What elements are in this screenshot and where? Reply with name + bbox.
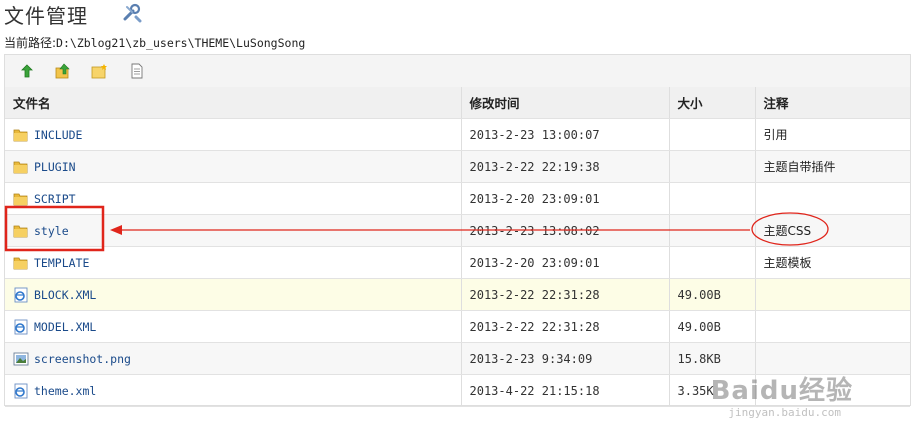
file-name-link[interactable]: TEMPLATE (34, 256, 89, 270)
file-name-link[interactable]: theme.xml (34, 384, 96, 398)
new-folder-icon[interactable] (91, 63, 107, 79)
header-size[interactable]: 大小 (669, 87, 756, 119)
file-name-cell[interactable]: TEMPLATE (5, 246, 462, 279)
note-cell: 引用 (755, 118, 910, 151)
header-note[interactable]: 注释 (755, 87, 910, 119)
file-name-cell[interactable]: BLOCK.XML (5, 278, 462, 311)
size-cell: 49.00B (669, 310, 756, 343)
toolbar (5, 55, 910, 88)
file-manager-panel: 文件名 修改时间 大小 注释 INCLUDE 2013-2-23 13:00:0… (4, 54, 911, 407)
upload-icon[interactable] (55, 63, 71, 79)
file-name-link[interactable]: BLOCK.XML (34, 288, 96, 302)
page-title: 文件管理 (4, 4, 88, 28)
modified-time-cell: 2013-2-23 13:00:07 (461, 118, 670, 151)
table-header-row: 文件名 修改时间 大小 注释 (5, 87, 910, 119)
file-name-cell[interactable]: INCLUDE (5, 118, 462, 151)
modified-time-cell: 2013-2-22 22:31:28 (461, 310, 670, 343)
image-file-icon (13, 351, 29, 367)
xml-file-icon (13, 383, 29, 399)
note-cell: 主题模板 (755, 246, 910, 279)
file-name-cell[interactable]: MODEL.XML (5, 310, 462, 343)
file-table: 文件名 修改时间 大小 注释 INCLUDE 2013-2-23 13:00:0… (5, 87, 910, 407)
file-name-cell[interactable]: style (5, 214, 462, 247)
watermark-url: jingyan.baidu.com (728, 406, 841, 419)
folder-icon (13, 255, 29, 271)
modified-time-cell: 2013-2-20 23:09:01 (461, 246, 670, 279)
tools-icon[interactable] (122, 3, 142, 23)
file-name-cell[interactable]: SCRIPT (5, 182, 462, 215)
file-name-cell[interactable]: PLUGIN (5, 150, 462, 183)
table-row[interactable]: MODEL.XML 2013-2-22 22:31:28 49.00B (5, 310, 910, 343)
note-cell: 主题CSS (755, 214, 910, 247)
file-name-link[interactable]: style (34, 224, 69, 238)
current-path: 当前路径:D:\Zblog21\zb_users\THEME\LuSongSon… (4, 34, 305, 51)
xml-file-icon (13, 287, 29, 303)
note-cell: 主题自带插件 (755, 150, 910, 183)
table-row[interactable]: PLUGIN 2013-2-22 22:19:38 主题自带插件 (5, 150, 910, 183)
table-row[interactable]: SCRIPT 2013-2-20 23:09:01 (5, 182, 910, 215)
size-cell (669, 214, 756, 247)
modified-time-cell: 2013-2-23 9:34:09 (461, 342, 670, 375)
size-cell: 49.00B (669, 278, 756, 311)
table-row[interactable]: TEMPLATE 2013-2-20 23:09:01 主题模板 (5, 246, 910, 279)
modified-time-cell: 2013-2-23 13:08:02 (461, 214, 670, 247)
xml-file-icon (13, 319, 29, 335)
note-cell (755, 310, 910, 343)
size-cell (669, 182, 756, 215)
file-name-cell[interactable]: screenshot.png (5, 342, 462, 375)
size-cell (669, 118, 756, 151)
table-row[interactable]: style 2013-2-23 13:08:02 主题CSS (5, 214, 910, 247)
folder-icon (13, 159, 29, 175)
modified-time-cell: 2013-2-22 22:31:28 (461, 278, 670, 311)
table-row[interactable]: BLOCK.XML 2013-2-22 22:31:28 49.00B (5, 278, 910, 311)
new-file-icon[interactable] (129, 63, 145, 79)
header-modified-time[interactable]: 修改时间 (461, 87, 670, 119)
file-name-link[interactable]: screenshot.png (34, 352, 131, 366)
folder-icon (13, 127, 29, 143)
up-folder-icon[interactable] (19, 63, 35, 79)
note-cell (755, 278, 910, 311)
modified-time-cell: 2013-2-20 23:09:01 (461, 182, 670, 215)
file-name-link[interactable]: SCRIPT (34, 192, 76, 206)
note-cell (755, 182, 910, 215)
file-name-cell[interactable]: theme.xml (5, 374, 462, 407)
file-name-link[interactable]: PLUGIN (34, 160, 76, 174)
modified-time-cell: 2013-4-22 21:15:18 (461, 374, 670, 407)
table-row[interactable]: INCLUDE 2013-2-23 13:00:07 引用 (5, 118, 910, 151)
folder-icon (13, 223, 29, 239)
file-name-link[interactable]: INCLUDE (34, 128, 82, 142)
modified-time-cell: 2013-2-22 22:19:38 (461, 150, 670, 183)
folder-icon (13, 191, 29, 207)
path-value: D:\Zblog21\zb_users\THEME\LuSongSong (56, 36, 306, 50)
path-label: 当前路径: (4, 36, 57, 50)
watermark: Baidu经验 (710, 376, 853, 406)
file-name-link[interactable]: MODEL.XML (34, 320, 96, 334)
header-file-name[interactable]: 文件名 (5, 87, 462, 119)
size-cell (669, 150, 756, 183)
size-cell (669, 246, 756, 279)
